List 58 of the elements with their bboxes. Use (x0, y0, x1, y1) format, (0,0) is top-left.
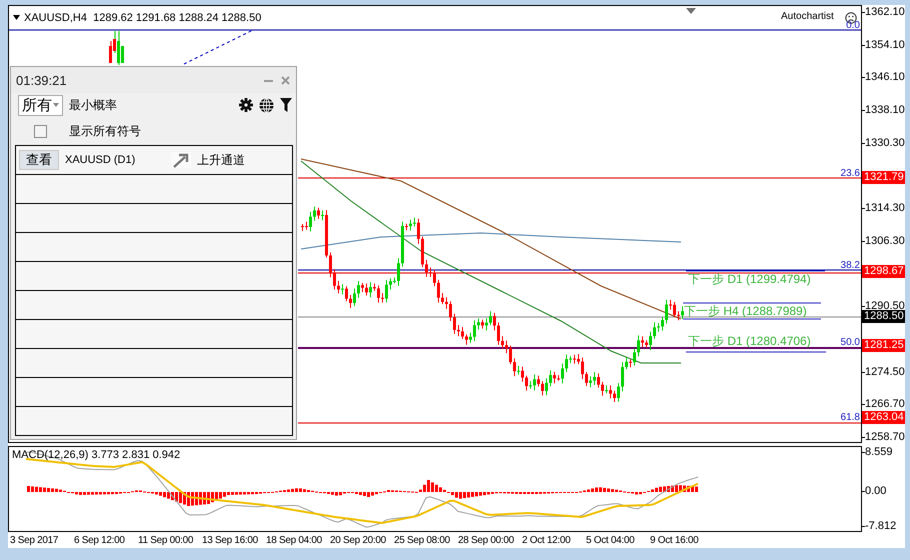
price-marker-label: 1288.50 (862, 310, 905, 323)
pattern-cell: 上升通道 (197, 152, 245, 168)
fibonacci-level-label: 23.6 (840, 168, 860, 179)
fibonacci-level-label: 50.0 (840, 337, 860, 348)
fibonacci-level-label: 61.8 (840, 412, 860, 423)
candlestick-drawing (109, 30, 124, 66)
fibonacci-level-label: 0.0 (846, 20, 860, 31)
autochartist-label: Autochartist (781, 11, 834, 22)
price-tick-label: 1330.30 (865, 136, 905, 149)
time-axis-label: 28 Sep 00:00 (458, 534, 515, 546)
time-axis-label: 5 Oct 04:00 (586, 534, 636, 546)
time-axis-label: 18 Sep 04:00 (266, 534, 323, 546)
view-button[interactable]: 查看 (19, 150, 59, 170)
price-marker-label: 1263.04 (862, 411, 905, 424)
time-axis-label: 3 Sep 2017 (10, 534, 60, 546)
time-axis-label: 20 Sep 20:00 (330, 534, 387, 546)
next-step-label: 下一步 H4 (1288.7989) (684, 305, 807, 318)
caret-icon (53, 103, 59, 107)
panel-clock: 01:39:21 (16, 72, 67, 88)
dotted-trend-line (184, 30, 254, 64)
price-tick-label: 1314.30 (865, 202, 905, 214)
macd-header: MACD(12,26,9) 3.773 2.831 0.942 (12, 449, 180, 462)
chart-header: XAUUSD,H4 1289.62 1291.68 1288.24 1288.50 (13, 12, 262, 24)
macd-tick-label: 8.559 (865, 446, 893, 458)
next-step-label: 下一步 D1 (1299.4794) (688, 273, 811, 286)
time-axis-label: 9 Oct 16:00 (650, 534, 700, 546)
macd-tick-label: -7.812 (865, 520, 896, 532)
price-marker-label: 1298.67 (862, 265, 905, 278)
time-axis-label: 13 Sep 16:00 (202, 534, 259, 546)
time-axis-label: 25 Sep 08:00 (394, 534, 451, 546)
price-tick-label: 1258.70 (865, 431, 905, 444)
price-tick-label: 1266.70 (865, 398, 905, 410)
filter-icon[interactable] (280, 98, 292, 112)
price-marker-label: 1321.79 (862, 171, 905, 184)
up-right-arrow-icon (171, 152, 191, 168)
time-axis-label: 2 Oct 12:00 (522, 534, 572, 546)
price-tick-label: 1274.50 (865, 366, 905, 378)
macd-tick-label: 0.00 (865, 485, 886, 497)
dropdown-triangle-icon (686, 8, 696, 14)
price-tick-label: 1338.10 (865, 104, 905, 116)
price-tick-label: 1354.10 (865, 38, 905, 51)
price-marker-label: 1281.25 (862, 339, 905, 352)
collapse-triangle-icon (13, 15, 20, 20)
time-axis-label: 6 Sep 12:00 (74, 534, 126, 546)
symbol-cell-text: XAUUSD (D1) (65, 154, 136, 166)
fibonacci-level-label: 38.2 (840, 260, 860, 271)
settings-icon[interactable] (239, 98, 253, 112)
checkbox[interactable] (34, 124, 47, 138)
globe-icon[interactable] (259, 98, 274, 112)
price-tick-label: 1346.10 (865, 71, 905, 84)
time-axis-label: 11 Sep 00:00 (138, 534, 194, 546)
price-tick-label: 1290.50 (865, 300, 905, 312)
price-tick-label: 1362.10 (865, 6, 905, 18)
min-probability-label: 最小概率 (69, 96, 117, 114)
price-tick-label: 1306.30 (865, 234, 905, 247)
next-step-label: 下一步 D1 (1280.4706) (688, 335, 811, 348)
show-all-symbols-label: 显示所有符号 (69, 122, 141, 140)
filter-dropdown[interactable]: 所有 (18, 94, 63, 116)
